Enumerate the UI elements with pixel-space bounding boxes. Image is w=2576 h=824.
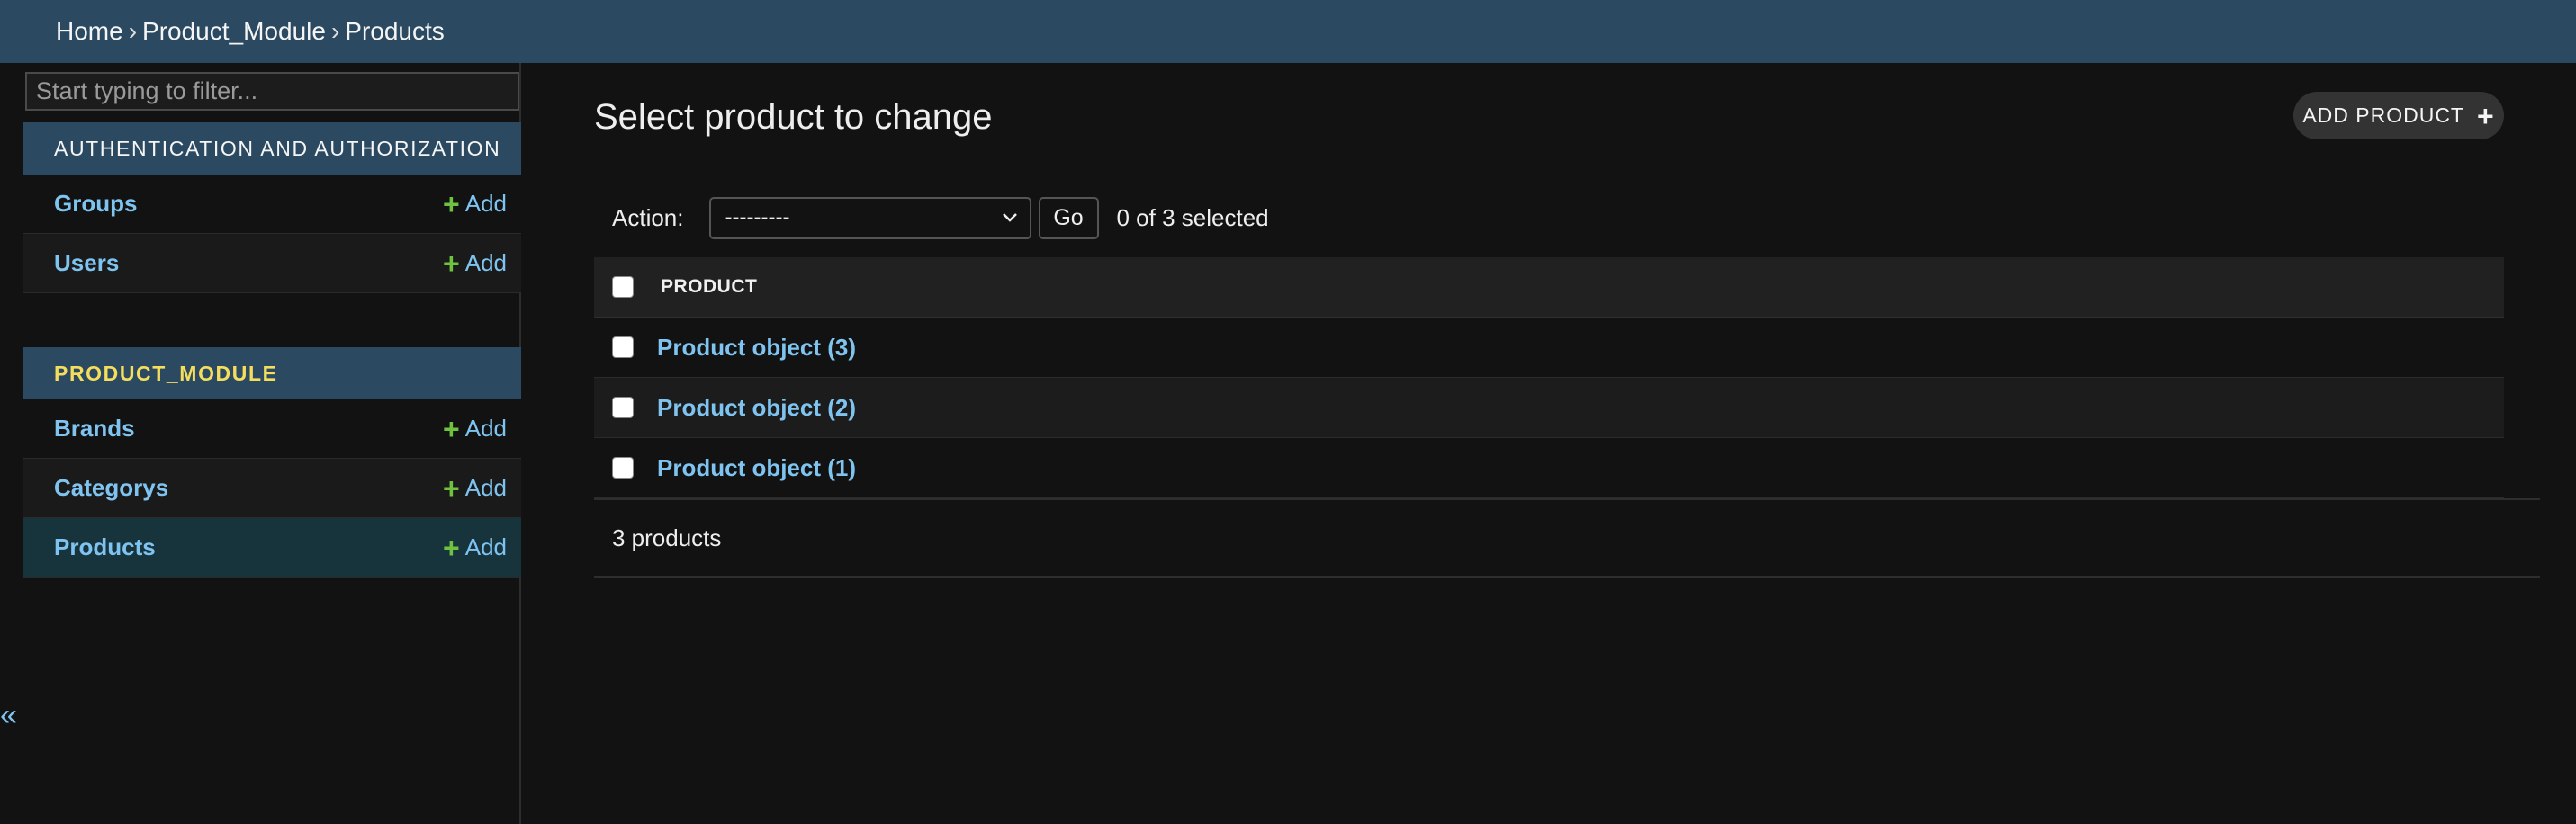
app-caption-product-module[interactable]: PRODUCT_MODULE xyxy=(23,347,521,399)
row-checkbox[interactable] xyxy=(612,397,634,418)
groups-link[interactable]: Groups xyxy=(54,190,137,218)
products-link[interactable]: Products xyxy=(54,533,156,561)
breadcrumb-separator: › xyxy=(128,17,138,45)
groups-add-link[interactable]: + Add xyxy=(443,190,507,219)
sidebar-item-products: Products + Add xyxy=(23,518,521,578)
brands-link[interactable]: Brands xyxy=(54,415,135,443)
plus-icon: + xyxy=(443,412,460,445)
sidebar: AUTHENTICATION AND AUTHORIZATION Groups … xyxy=(0,63,521,824)
users-link[interactable]: Users xyxy=(54,249,119,277)
paginator: 3 products xyxy=(594,500,2540,578)
users-add-link[interactable]: + Add xyxy=(443,249,507,278)
categorys-add-link[interactable]: + Add xyxy=(443,474,507,503)
row-checkbox[interactable] xyxy=(612,336,634,358)
plus-icon: + xyxy=(443,531,460,564)
row-checkbox[interactable] xyxy=(612,457,634,479)
products-add-link[interactable]: + Add xyxy=(443,533,507,562)
product-link[interactable]: Product object (1) xyxy=(657,454,856,482)
plus-icon: + xyxy=(443,246,460,280)
brands-add-link[interactable]: + Add xyxy=(443,415,507,443)
breadcrumb-product-module[interactable]: Product_Module xyxy=(142,17,326,46)
selected-count: 0 of 3 selected xyxy=(1116,203,1269,231)
chevron-down-icon xyxy=(1002,213,1017,222)
add-label: Add xyxy=(464,533,507,560)
sidebar-item-categorys: Categorys + Add xyxy=(23,459,521,518)
breadcrumb-separator: › xyxy=(330,17,340,45)
actions-bar: Action: --------- Go 0 of 3 selected xyxy=(594,196,1269,239)
result-list: PRODUCT Product object (3) Product objec… xyxy=(594,257,2540,500)
double-chevron-left-icon[interactable]: « xyxy=(0,698,17,733)
product-link[interactable]: Product object (3) xyxy=(657,334,856,362)
select-all-checkbox[interactable] xyxy=(612,276,634,298)
table-row: Product object (1) xyxy=(594,438,2504,498)
content: Select product to change ADD PRODUCT + A… xyxy=(521,63,2576,824)
breadcrumb: Home › Product_Module › Products xyxy=(0,0,2576,63)
action-label: Action: xyxy=(612,203,684,231)
column-header-product[interactable]: PRODUCT xyxy=(661,276,757,298)
sidebar-item-brands: Brands + Add xyxy=(23,399,521,459)
table-row: Product object (2) xyxy=(594,378,2504,438)
breadcrumb-home[interactable]: Home xyxy=(56,17,123,46)
app-caption-auth[interactable]: AUTHENTICATION AND AUTHORIZATION xyxy=(23,122,521,175)
plus-icon: + xyxy=(2476,99,2495,132)
plus-icon: + xyxy=(443,471,460,505)
sidebar-item-users: Users + Add xyxy=(23,234,521,293)
breadcrumb-products: Products xyxy=(345,17,445,45)
add-product-button[interactable]: ADD PRODUCT + xyxy=(2293,92,2504,139)
go-button[interactable]: Go xyxy=(1038,196,1099,239)
table-row: Product object (3) xyxy=(594,318,2504,378)
add-label: Add xyxy=(464,415,507,442)
sidebar-nav: AUTHENTICATION AND AUTHORIZATION Groups … xyxy=(23,63,521,824)
product-link[interactable]: Product object (2) xyxy=(657,394,856,422)
add-product-label: ADD PRODUCT xyxy=(2302,103,2464,127)
add-label: Add xyxy=(464,249,507,276)
page-title: Select product to change xyxy=(594,97,993,137)
action-select-value: --------- xyxy=(725,205,790,229)
table-header: PRODUCT xyxy=(594,257,2504,318)
add-label: Add xyxy=(464,190,507,217)
categorys-link[interactable]: Categorys xyxy=(54,474,168,502)
add-label: Add xyxy=(464,474,507,501)
action-select[interactable]: --------- xyxy=(708,196,1031,239)
sidebar-item-groups: Groups + Add xyxy=(23,175,521,234)
plus-icon: + xyxy=(443,187,460,220)
nav-filter-input[interactable] xyxy=(25,72,519,111)
